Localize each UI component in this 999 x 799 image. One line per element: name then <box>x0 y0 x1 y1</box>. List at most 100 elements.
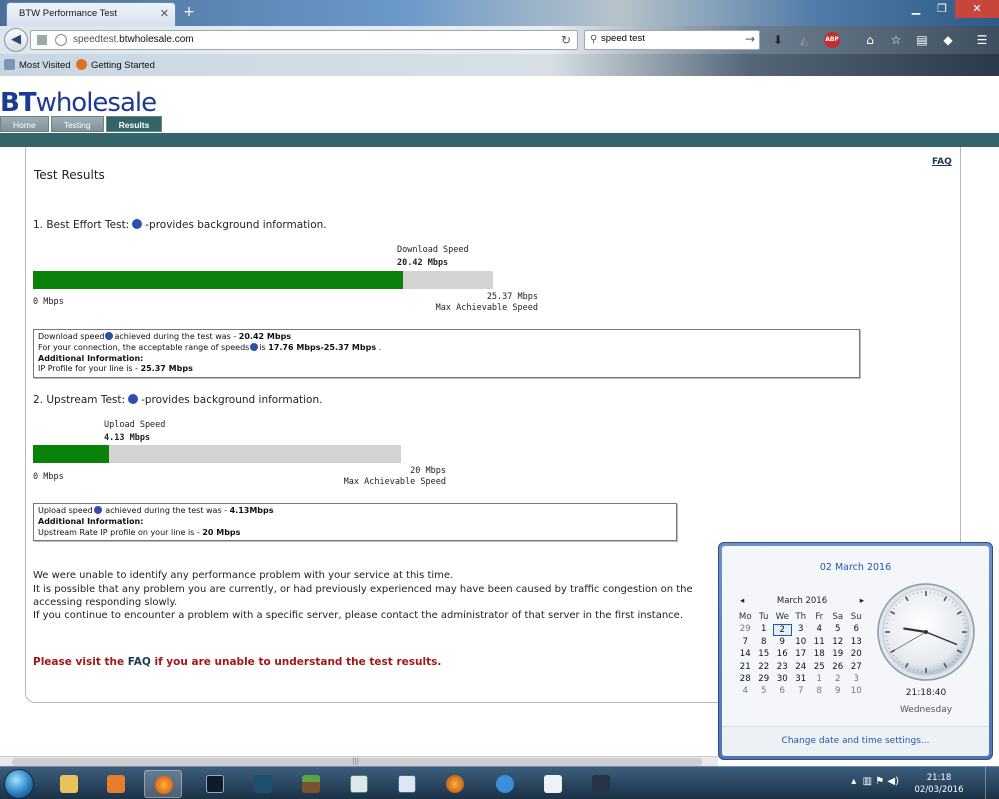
calendar-day[interactable]: 22 <box>755 662 774 673</box>
search-bar[interactable]: ⚲ → <box>584 30 760 50</box>
calendar-day[interactable]: 16 <box>773 649 792 660</box>
calendar-day[interactable]: 3 <box>792 624 811 635</box>
maximize-button[interactable]: ❐ <box>929 0 955 18</box>
calendar-day[interactable]: 4 <box>736 686 755 697</box>
calendar-day[interactable]: 29 <box>736 624 755 635</box>
calendar-day[interactable]: 8 <box>755 637 774 648</box>
calendar-day[interactable]: 20 <box>847 649 866 660</box>
taskbar-app-document-2[interactable] <box>388 770 426 798</box>
taskbar-internet-explorer[interactable] <box>486 770 524 798</box>
tab-home[interactable]: Home <box>0 116 49 132</box>
calendar-day[interactable]: 28 <box>736 674 755 685</box>
taskbar-app-clock[interactable] <box>534 770 572 798</box>
calendar-day[interactable]: 18 <box>810 649 829 660</box>
bookmarks-list-icon[interactable]: ▤ <box>914 32 930 48</box>
calendar-day[interactable]: 3 <box>847 674 866 685</box>
info-icon[interactable] <box>132 219 143 229</box>
calendar-day[interactable]: 7 <box>736 637 755 648</box>
search-input[interactable] <box>601 33 731 44</box>
calendar-day[interactable]: 15 <box>755 649 774 660</box>
tray-clock[interactable]: 21:18 02/03/2016 <box>909 772 969 796</box>
calendar-day[interactable]: 26 <box>829 662 848 673</box>
calendar-day[interactable]: 1 <box>810 674 829 685</box>
globe-icon[interactable] <box>55 34 67 46</box>
taskbar-app-star[interactable] <box>196 770 234 798</box>
taskbar-app-game[interactable] <box>244 770 282 798</box>
calendar-day[interactable]: 17 <box>792 649 811 660</box>
calendar-day[interactable]: 8 <box>810 686 829 697</box>
calendar-day[interactable]: 24 <box>792 662 811 673</box>
calendar-day[interactable]: 13 <box>847 637 866 648</box>
minimize-button[interactable]: ▁ <box>903 0 929 18</box>
calendar-day[interactable]: 9 <box>773 637 792 648</box>
pocket-icon[interactable]: ◆ <box>940 32 956 48</box>
new-tab-button[interactable]: + <box>181 4 197 20</box>
send-icon[interactable]: ◭ <box>796 32 812 48</box>
previous-month-icon[interactable]: ◂ <box>740 596 744 606</box>
network-icon[interactable]: ▥ <box>863 776 872 787</box>
horizontal-scrollbar[interactable]: ||| <box>0 756 718 766</box>
volume-icon[interactable]: ◀) <box>887 776 899 787</box>
calendar-day[interactable]: 2 <box>773 624 792 636</box>
calendar-day[interactable]: 14 <box>736 649 755 660</box>
calendar-day[interactable]: 11 <box>810 637 829 648</box>
window-close-button[interactable]: ✕ <box>955 0 999 18</box>
calendar-day[interactable]: 12 <box>829 637 848 648</box>
taskbar-app-orange[interactable] <box>436 770 474 798</box>
tab-results[interactable]: Results <box>105 116 163 132</box>
home-icon[interactable]: ⌂ <box>862 32 878 48</box>
info-icon[interactable] <box>128 394 139 404</box>
taskbar-firefox[interactable] <box>144 770 182 798</box>
calendar-day[interactable]: 4 <box>810 624 829 635</box>
bookmark-star-icon[interactable]: ☆ <box>888 32 904 48</box>
calendar-day[interactable]: 29 <box>755 674 774 685</box>
calendar-day[interactable]: 19 <box>829 649 848 660</box>
tab-testing[interactable]: Testing <box>50 116 104 132</box>
close-tab-icon[interactable]: ✕ <box>160 7 169 20</box>
taskbar-media-player[interactable] <box>97 770 135 798</box>
taskbar-explorer[interactable] <box>50 770 88 798</box>
calendar-day[interactable]: 21 <box>736 662 755 673</box>
calendar-day[interactable]: 10 <box>792 637 811 648</box>
calendar-day[interactable]: 1 <box>755 624 774 635</box>
url-bar[interactable]: speedtest.btwholesale.com ↻ <box>30 30 578 50</box>
calendar-day[interactable]: 27 <box>847 662 866 673</box>
calendar-day[interactable]: 10 <box>847 686 866 697</box>
back-button[interactable]: ◀ <box>4 28 28 52</box>
search-go-icon[interactable]: → <box>745 32 755 46</box>
calendar-day[interactable]: 9 <box>829 686 848 697</box>
taskbar-minecraft[interactable] <box>292 770 330 798</box>
taskbar-app-document[interactable] <box>340 770 378 798</box>
calendar-day[interactable]: 5 <box>755 686 774 697</box>
flyout-full-date[interactable]: 02 March 2016 <box>722 562 989 573</box>
browser-tab[interactable]: BTW Performance Test ✕ <box>6 2 176 26</box>
flag-icon[interactable]: ⚑ <box>875 776 884 787</box>
menu-icon[interactable]: ☰ <box>974 32 990 48</box>
calendar-day[interactable]: 2 <box>829 674 848 685</box>
notice-faq-link[interactable]: FAQ <box>128 656 151 668</box>
info-icon[interactable] <box>250 342 259 351</box>
start-button[interactable] <box>4 769 34 799</box>
adblock-icon[interactable]: ABP <box>824 32 840 48</box>
change-date-time-link[interactable]: Change date and time settings... <box>722 736 989 746</box>
calendar-day[interactable]: 6 <box>847 624 866 635</box>
next-month-icon[interactable]: ▸ <box>860 596 864 606</box>
calendar-month-year[interactable]: March 2016 <box>777 596 827 606</box>
calendar-day[interactable]: 31 <box>792 674 811 685</box>
bookmark-getting-started[interactable]: Getting Started <box>76 59 155 71</box>
show-desktop-button[interactable] <box>985 767 999 799</box>
calendar-day[interactable]: 7 <box>792 686 811 697</box>
bookmark-most-visited[interactable]: Most Visited <box>4 59 71 71</box>
url-text[interactable]: speedtest.btwholesale.com <box>73 34 194 45</box>
calendar-day[interactable]: 23 <box>773 662 792 673</box>
calendar-day[interactable]: 30 <box>773 674 792 685</box>
info-icon[interactable] <box>105 332 114 340</box>
calendar-day[interactable]: 6 <box>773 686 792 697</box>
calendar-day[interactable]: 25 <box>810 662 829 673</box>
download-icon[interactable]: ⬇ <box>770 32 786 48</box>
show-hidden-icons-icon[interactable]: ▴ <box>851 776 856 787</box>
page-menu-icon[interactable] <box>37 35 47 45</box>
reload-icon[interactable]: ↻ <box>561 33 571 47</box>
calendar-day[interactable]: 5 <box>829 624 848 635</box>
info-icon[interactable] <box>93 506 102 514</box>
